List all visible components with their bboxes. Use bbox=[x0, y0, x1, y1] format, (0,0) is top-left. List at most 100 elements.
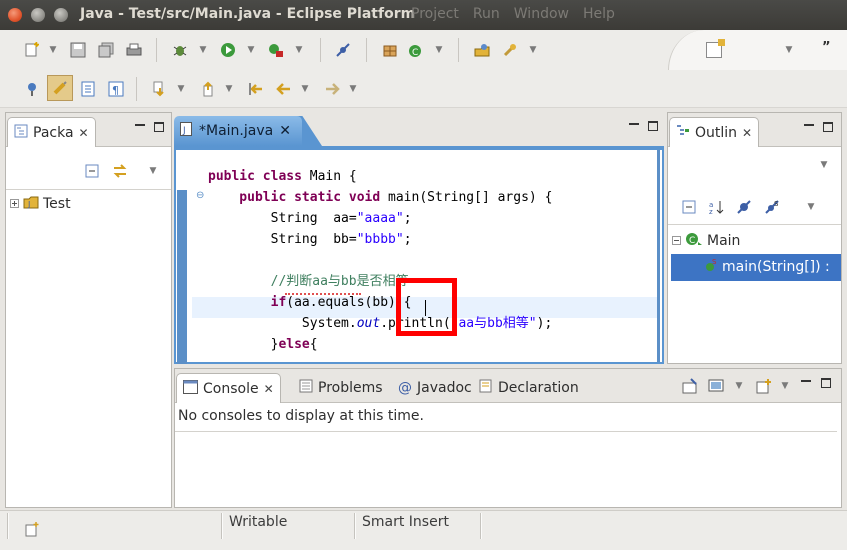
maximize-icon[interactable] bbox=[154, 122, 164, 132]
code-line[interactable]: public class Main { bbox=[208, 166, 357, 187]
collapse-icon[interactable] bbox=[672, 233, 681, 249]
menu-run[interactable]: Run bbox=[473, 6, 500, 22]
forward-icon[interactable] bbox=[322, 79, 342, 99]
close-icon[interactable]: ✕ bbox=[264, 382, 274, 396]
vertical-scrollbar[interactable] bbox=[657, 150, 660, 362]
new-icon[interactable] bbox=[22, 40, 42, 60]
fold-icon[interactable]: ⊖ bbox=[196, 190, 204, 201]
close-icon[interactable]: ✕ bbox=[742, 126, 752, 140]
display-console-dropdown-icon[interactable]: ▼ bbox=[734, 376, 744, 396]
close-icon[interactable]: ✕ bbox=[79, 126, 89, 140]
tab-javadoc[interactable]: @ Javadoc bbox=[392, 373, 478, 403]
tab-console[interactable]: Console ✕ bbox=[176, 373, 281, 403]
minimize-icon[interactable] bbox=[135, 124, 145, 127]
perspective-dropdown-icon[interactable]: ▼ bbox=[784, 40, 794, 60]
new-dropdown-icon[interactable]: ▼ bbox=[48, 40, 58, 60]
debug-dropdown-icon[interactable]: ▼ bbox=[198, 40, 208, 60]
tab-declaration[interactable]: Declaration bbox=[473, 373, 585, 403]
new-class-dropdown-icon[interactable]: ▼ bbox=[434, 40, 444, 60]
tab-outline[interactable]: Outlin ✕ bbox=[669, 117, 760, 147]
show-whitespace-icon[interactable]: ¶ bbox=[106, 79, 126, 99]
next-annotation-icon[interactable] bbox=[150, 79, 170, 99]
back-icon[interactable] bbox=[274, 79, 294, 99]
code-line[interactable]: public static void main(String[] args) { bbox=[208, 187, 552, 208]
code-token: (aa.equals(bb)){ bbox=[286, 295, 412, 310]
expand-icon[interactable] bbox=[10, 196, 19, 212]
collapse-all-icon[interactable] bbox=[679, 197, 699, 217]
code-line[interactable]: }else{ bbox=[208, 334, 318, 355]
code-token: out bbox=[356, 316, 381, 331]
window-title: Java - Test/src/Main.java - Eclipse Plat… bbox=[80, 6, 416, 22]
pin-console-icon[interactable] bbox=[680, 376, 700, 396]
hide-static-icon[interactable]: S bbox=[762, 197, 782, 217]
code-token: { bbox=[309, 337, 318, 352]
new-class-icon[interactable]: C bbox=[406, 40, 426, 60]
code-line[interactable]: String aa="aaaa"; bbox=[208, 208, 412, 229]
previous-annotation-icon[interactable] bbox=[198, 79, 218, 99]
skip-breakpoints-icon[interactable] bbox=[333, 40, 353, 60]
view-menu-icon[interactable]: ▼ bbox=[819, 155, 829, 175]
tab-problems[interactable]: Problems bbox=[293, 373, 389, 403]
external-tools-icon[interactable] bbox=[266, 40, 286, 60]
save-icon[interactable] bbox=[68, 40, 88, 60]
external-tools-dropdown-icon[interactable]: ▼ bbox=[294, 40, 304, 60]
outline-item-class[interactable]: C Main bbox=[672, 231, 740, 251]
last-edit-icon[interactable] bbox=[246, 79, 266, 99]
java-editor[interactable]: ⊖ public class Main { public static void… bbox=[174, 146, 664, 364]
code-line[interactable]: if(aa.equals(bb)){ bbox=[208, 292, 412, 313]
debug-icon[interactable] bbox=[170, 40, 190, 60]
forward-dropdown-icon[interactable]: ▼ bbox=[348, 79, 358, 99]
previous-annotation-dropdown-icon[interactable]: ▼ bbox=[224, 79, 234, 99]
outline-item-method[interactable]: S main(String[]) : bbox=[704, 258, 830, 276]
display-console-icon[interactable] bbox=[706, 376, 726, 396]
print-icon[interactable] bbox=[124, 40, 144, 60]
fast-view-icon[interactable] bbox=[22, 519, 42, 539]
code-line[interactable]: //判断aa与bb是否相等 bbox=[208, 271, 409, 292]
mark-occurrences-icon[interactable] bbox=[47, 75, 73, 101]
run-icon[interactable] bbox=[218, 40, 238, 60]
view-menu-icon[interactable]: ▼ bbox=[148, 161, 158, 181]
menu-project[interactable]: Project bbox=[411, 6, 459, 22]
open-type-icon[interactable] bbox=[472, 40, 492, 60]
code-line[interactable]: System.out.println("aa与bb相等"); bbox=[208, 313, 552, 334]
menu-window[interactable]: Window bbox=[514, 6, 569, 22]
save-all-icon[interactable] bbox=[96, 40, 116, 60]
close-icon[interactable]: ✕ bbox=[279, 123, 291, 139]
open-console-icon[interactable] bbox=[754, 376, 774, 396]
minimize-icon[interactable] bbox=[629, 123, 639, 126]
new-java-package-icon[interactable] bbox=[380, 40, 400, 60]
search-dropdown-icon[interactable]: ▼ bbox=[528, 40, 538, 60]
svg-text:J: J bbox=[27, 200, 30, 209]
open-perspective-icon[interactable] bbox=[706, 39, 725, 58]
toolbar-overflow-icon[interactable]: ” bbox=[822, 40, 831, 55]
search-icon[interactable] bbox=[500, 40, 520, 60]
maximize-icon[interactable] bbox=[823, 122, 833, 132]
open-console-dropdown-icon[interactable]: ▼ bbox=[780, 376, 790, 396]
collapse-all-icon[interactable] bbox=[82, 161, 102, 181]
back-dropdown-icon[interactable]: ▼ bbox=[300, 79, 310, 99]
tab-main-java[interactable]: J *Main.java ✕ bbox=[174, 116, 302, 146]
hide-fields-icon[interactable] bbox=[734, 197, 754, 217]
tree-item-test[interactable]: J Test bbox=[10, 194, 71, 214]
sort-icon[interactable]: az bbox=[706, 197, 726, 217]
link-with-editor-icon[interactable] bbox=[110, 161, 130, 181]
window-close-button[interactable] bbox=[8, 8, 22, 22]
minimize-icon[interactable] bbox=[804, 124, 814, 127]
maximize-icon[interactable] bbox=[821, 378, 831, 388]
block-selection-icon[interactable] bbox=[78, 79, 98, 99]
menu-help[interactable]: Help bbox=[583, 6, 615, 22]
code-token: String bb= bbox=[208, 232, 357, 247]
code-line[interactable]: String bb="bbbb"; bbox=[208, 229, 412, 250]
filters-dropdown-icon[interactable]: ▼ bbox=[806, 197, 816, 217]
tab-package-explorer[interactable]: Packa ✕ bbox=[7, 117, 96, 147]
window-maximize-button[interactable] bbox=[54, 8, 68, 22]
code-token: void bbox=[348, 190, 389, 205]
maximize-icon[interactable] bbox=[648, 121, 658, 131]
outline-tabstrip: Outlin ✕ bbox=[668, 113, 841, 147]
minimize-icon[interactable] bbox=[801, 380, 811, 383]
run-dropdown-icon[interactable]: ▼ bbox=[246, 40, 256, 60]
toggle-breadcrumb-icon[interactable] bbox=[22, 79, 42, 99]
window-minimize-button[interactable] bbox=[31, 8, 45, 22]
next-annotation-dropdown-icon[interactable]: ▼ bbox=[176, 79, 186, 99]
status-separator bbox=[221, 513, 223, 539]
